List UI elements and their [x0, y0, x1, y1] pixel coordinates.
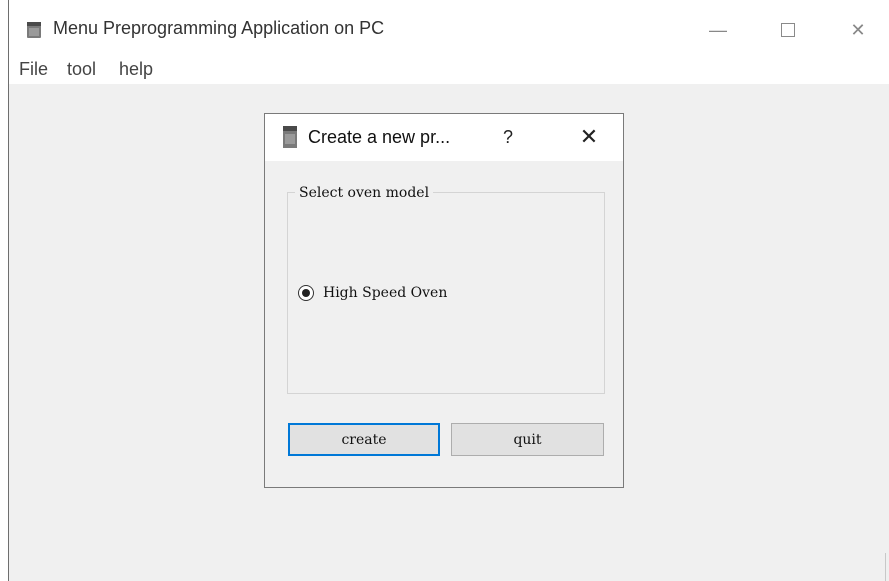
oven-icon	[283, 126, 297, 148]
menu-tool[interactable]: tool	[67, 59, 96, 80]
radio-selected-dot	[302, 289, 310, 297]
radio-button[interactable]	[298, 285, 314, 301]
maximize-button[interactable]	[765, 10, 811, 50]
close-icon: ✕	[850, 19, 866, 40]
radio-label[interactable]: High Speed Oven	[323, 285, 447, 301]
minimize-button[interactable]: —	[695, 10, 741, 50]
radio-high-speed-oven[interactable]: High Speed Oven	[298, 285, 447, 301]
window-titlebar[interactable]: Menu Preprogramming Application on PC — …	[9, 0, 889, 56]
minimize-icon: —	[709, 19, 727, 40]
dialog-title: Create a new pr...	[308, 127, 451, 147]
create-button[interactable]: create	[288, 423, 440, 456]
oven-icon	[27, 22, 41, 38]
close-icon: ✕	[579, 124, 599, 149]
menu-help[interactable]: help	[119, 59, 153, 80]
resize-grip[interactable]	[885, 553, 886, 581]
dialog-titlebar[interactable]: Create a new pr... ? ✕	[265, 114, 623, 161]
quit-button[interactable]: quit	[451, 423, 604, 456]
menubar: File tool help	[9, 56, 889, 84]
groupbox-legend: Select oven model	[295, 185, 434, 201]
dialog-close-button[interactable]: ✕	[574, 122, 604, 152]
close-button[interactable]: ✕	[835, 10, 881, 50]
maximize-icon	[781, 23, 795, 37]
window-title: Menu Preprogramming Application on PC	[53, 18, 385, 38]
create-project-dialog: Create a new pr... ? ✕ Select oven model…	[264, 113, 624, 488]
dialog-help-button[interactable]: ?	[503, 127, 513, 148]
menu-file[interactable]: File	[19, 59, 48, 80]
